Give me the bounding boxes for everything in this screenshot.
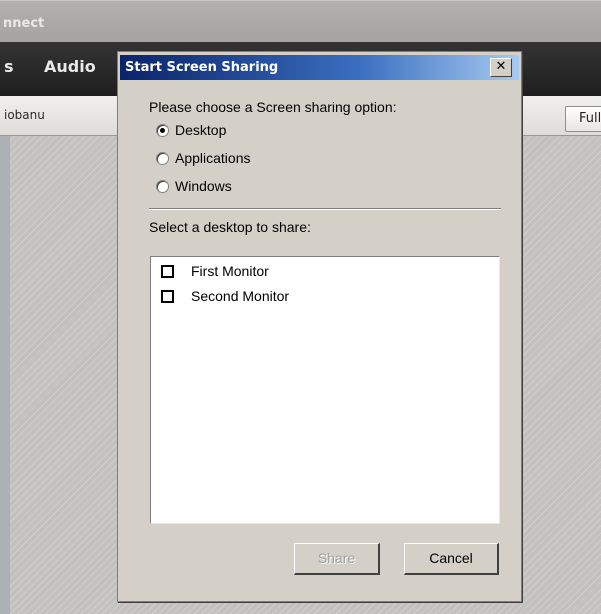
share-button[interactable]: Share [294, 543, 380, 575]
app-title: nnect [3, 16, 45, 31]
radio-label-windows: Windows [175, 178, 232, 194]
content-left-edge [0, 136, 10, 614]
dialog-title: Start Screen Sharing [125, 60, 279, 75]
divider [149, 208, 501, 210]
dialog-titlebar[interactable]: Start Screen Sharing ✕ [120, 55, 519, 80]
radio-button-windows[interactable] [156, 180, 169, 193]
checkbox-second-monitor[interactable] [161, 290, 174, 303]
menu-item-partial[interactable]: s [4, 57, 14, 76]
menu-item-audio[interactable]: Audio [44, 57, 96, 76]
full-screen-button[interactable]: Full [565, 106, 601, 132]
user-name-label: iobanu [4, 108, 45, 122]
second-monitor-label: Second Monitor [191, 288, 290, 304]
desktop-list[interactable]: First Monitor Second Monitor [150, 256, 500, 524]
radio-label-desktop: Desktop [175, 122, 227, 138]
app-titlebar: nnect [0, 0, 601, 42]
checkbox-first-monitor[interactable] [161, 265, 174, 278]
sharing-option-prompt: Please choose a Screen sharing option: [149, 99, 397, 115]
select-desktop-label: Select a desktop to share: [149, 219, 311, 235]
cancel-button[interactable]: Cancel [404, 543, 499, 575]
radio-button-applications[interactable] [156, 152, 169, 165]
first-monitor-label: First Monitor [191, 263, 269, 279]
start-screen-sharing-dialog: Start Screen Sharing ✕ Please choose a S… [117, 51, 522, 602]
close-icon: ✕ [495, 59, 507, 74]
close-button[interactable]: ✕ [490, 58, 512, 77]
radio-label-applications: Applications [175, 150, 251, 166]
radio-button-desktop[interactable] [156, 124, 169, 137]
radio-selected-dot [160, 128, 165, 133]
